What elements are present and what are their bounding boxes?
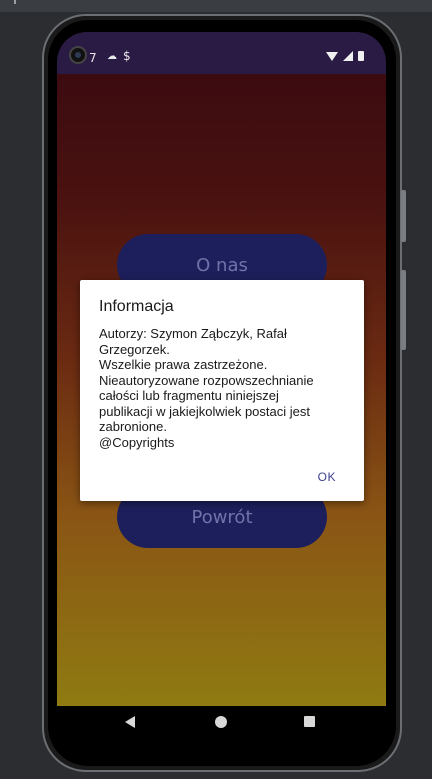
dialog-line: Wszelkie prawa zastrzeżone.	[99, 357, 268, 372]
nav-home-icon[interactable]	[215, 716, 227, 728]
signal-icon	[343, 51, 353, 61]
cloud-icon: ☁	[107, 51, 117, 62]
dialog-line: zabronione.	[99, 419, 167, 434]
info-dialog: Informacja Autorzy: Szymon Ząbczyk, Rafa…	[80, 280, 364, 501]
nav-back-icon[interactable]	[125, 716, 135, 728]
status-icons-right	[326, 51, 364, 61]
dialog-line: całości lub fragmentu niniejszej	[99, 388, 279, 403]
ok-button[interactable]: OK	[318, 470, 336, 484]
volume-button[interactable]	[401, 270, 406, 350]
dialog-line: Nieautoryzowane rozpowszechnianie	[99, 372, 314, 388]
status-bar: 7 ☁ $	[57, 32, 386, 74]
dialog-line: Autorzy: Szymon Ząbczyk, Rafał	[99, 326, 287, 341]
wifi-icon	[326, 51, 338, 61]
status-time: 7	[89, 51, 97, 65]
nav-recents-icon[interactable]	[304, 716, 315, 727]
ide-top-bar	[0, 0, 432, 12]
dialog-line: @Copyrights	[99, 434, 175, 450]
dialog-title: Informacja	[99, 298, 174, 315]
power-button[interactable]	[401, 190, 406, 242]
dialog-line: Grzegorzek.	[99, 341, 170, 357]
shield-icon: $	[123, 49, 131, 63]
battery-icon	[358, 51, 364, 61]
front-camera-icon	[69, 46, 87, 64]
dialog-line: publikacji w jakiejkolwiek postaci jest	[99, 403, 310, 419]
dialog-message: Autorzy: Szymon Ząbczyk, Rafał Grzegorze…	[99, 326, 349, 450]
ide-tick-mark	[14, 0, 16, 4]
navigation-bar	[57, 706, 386, 738]
